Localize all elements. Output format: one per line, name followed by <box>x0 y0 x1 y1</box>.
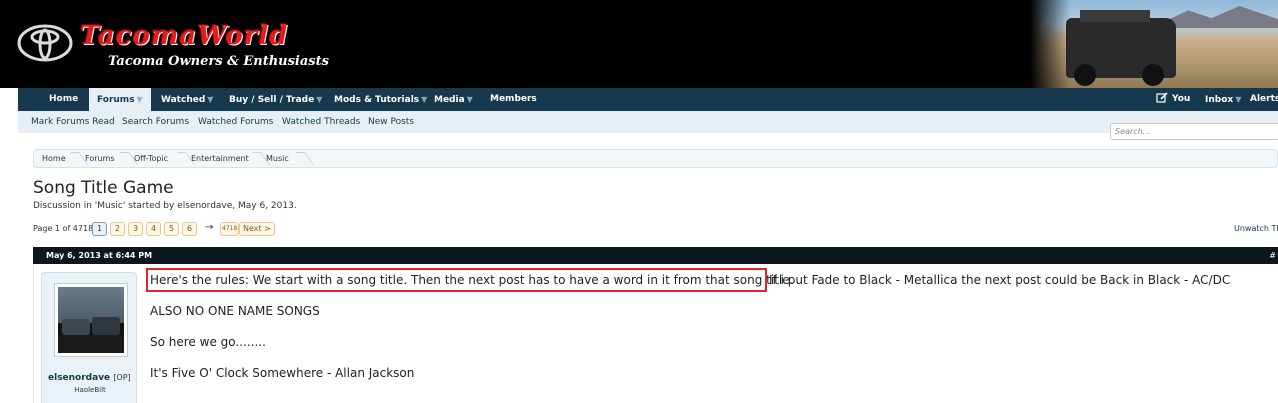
post-text-line-4: It's Five O' Clock Somewhere - Allan Jac… <box>150 366 415 380</box>
site-logo-subtitle: Tacoma Owners & Enthusiasts <box>108 54 329 69</box>
nav-mods-tutorials[interactable]: Mods & Tutorials ▼ <box>334 88 427 111</box>
breadcrumb-home[interactable]: Home <box>42 150 66 167</box>
sub-nav: Mark Forums Read Search Forums Watched F… <box>18 111 1278 133</box>
thread-description: Discussion in 'Music' started by elsenor… <box>33 201 297 211</box>
page-jump-arrow[interactable]: → <box>205 222 213 233</box>
post-user-panel: elsenordave [OP] HaoleBilt <box>41 272 137 403</box>
breadcrumb-music[interactable]: Music <box>266 150 289 167</box>
chevron-down-icon[interactable]: ▼ <box>467 95 473 104</box>
unwatch-thread-link[interactable]: Unwatch Th <box>1234 224 1278 233</box>
nav-alerts[interactable]: Alerts <box>1250 88 1278 111</box>
nav-inbox[interactable]: Inbox ▼ <box>1205 88 1241 111</box>
chevron-down-icon[interactable]: ▼ <box>1235 95 1241 104</box>
nav-members[interactable]: Members <box>490 88 537 111</box>
chevron-down-icon[interactable]: ▼ <box>421 95 427 104</box>
op-badge: [OP] <box>113 373 131 382</box>
post-date[interactable]: May 6, 2013 at 6:44 PM <box>46 247 152 264</box>
subnav-mark-forums-read[interactable]: Mark Forums Read <box>31 111 115 133</box>
breadcrumb-entertainment[interactable]: Entertainment <box>191 150 249 167</box>
main-nav: Home Forums ▼ Watched ▼ Buy / Sell / Trade… <box>18 88 1278 111</box>
header-banner-image <box>1030 0 1278 88</box>
nav-forums[interactable]: Forums ▼ <box>89 88 151 111</box>
page-link-2[interactable]: 2 <box>110 222 125 236</box>
post-number[interactable]: # <box>1269 247 1276 264</box>
site-logo-title[interactable]: TacomaWorld <box>80 21 288 51</box>
post-text-line-1b: If i put Fade to Black - Metallica the n… <box>769 273 1231 287</box>
chevron-down-icon[interactable]: ▼ <box>316 95 322 104</box>
search-input[interactable]: Search... <box>1110 123 1278 140</box>
breadcrumb: Home Forums Off-Topic Entertainment Musi… <box>33 149 1278 168</box>
nav-media[interactable]: Media ▼ <box>434 88 473 111</box>
user-title: HaoleBilt <box>74 386 106 394</box>
page-link-4[interactable]: 4 <box>146 222 161 236</box>
post-header: May 6, 2013 at 6:44 PM # <box>33 247 1278 264</box>
site-header: TacomaWorld Tacoma Owners & Enthusiasts <box>0 0 1278 88</box>
nav-you[interactable]: You <box>1156 88 1190 111</box>
nav-buy-sell-trade[interactable]: Buy / Sell / Trade ▼ <box>229 88 322 111</box>
chevron-down-icon[interactable]: ▼ <box>137 95 143 104</box>
nav-watched[interactable]: Watched ▼ <box>161 88 213 111</box>
chevron-down-icon[interactable]: ▼ <box>207 95 213 104</box>
subnav-search-forums[interactable]: Search Forums <box>122 111 189 133</box>
subnav-new-posts[interactable]: New Posts <box>368 111 414 133</box>
next-page-button[interactable]: Next > <box>239 222 275 236</box>
subnav-watched-threads[interactable]: Watched Threads <box>282 111 360 133</box>
subnav-watched-forums[interactable]: Watched Forums <box>198 111 273 133</box>
highlight-box <box>146 268 767 292</box>
page-link-last[interactable]: 4718 <box>220 222 240 236</box>
post-username[interactable]: elsenordave [OP] <box>48 373 142 383</box>
avatar[interactable] <box>54 283 128 357</box>
page-title: Song Title Game <box>33 178 174 198</box>
breadcrumb-off-topic[interactable]: Off-Topic <box>134 150 168 167</box>
breadcrumb-forums[interactable]: Forums <box>85 150 115 167</box>
page-link-6[interactable]: 6 <box>182 222 197 236</box>
page-link-3[interactable]: 3 <box>128 222 143 236</box>
page-link-1[interactable]: 1 <box>92 222 107 236</box>
post-text-line-3: So here we go........ <box>150 335 266 349</box>
page-count-label: Page 1 of 4718 <box>33 224 94 233</box>
edit-icon[interactable] <box>1156 92 1168 103</box>
page-link-5[interactable]: 5 <box>164 222 179 236</box>
toyota-logo-icon[interactable] <box>17 24 73 62</box>
post-text-line-2: ALSO NO ONE NAME SONGS <box>150 304 320 318</box>
nav-home[interactable]: Home <box>49 88 78 111</box>
